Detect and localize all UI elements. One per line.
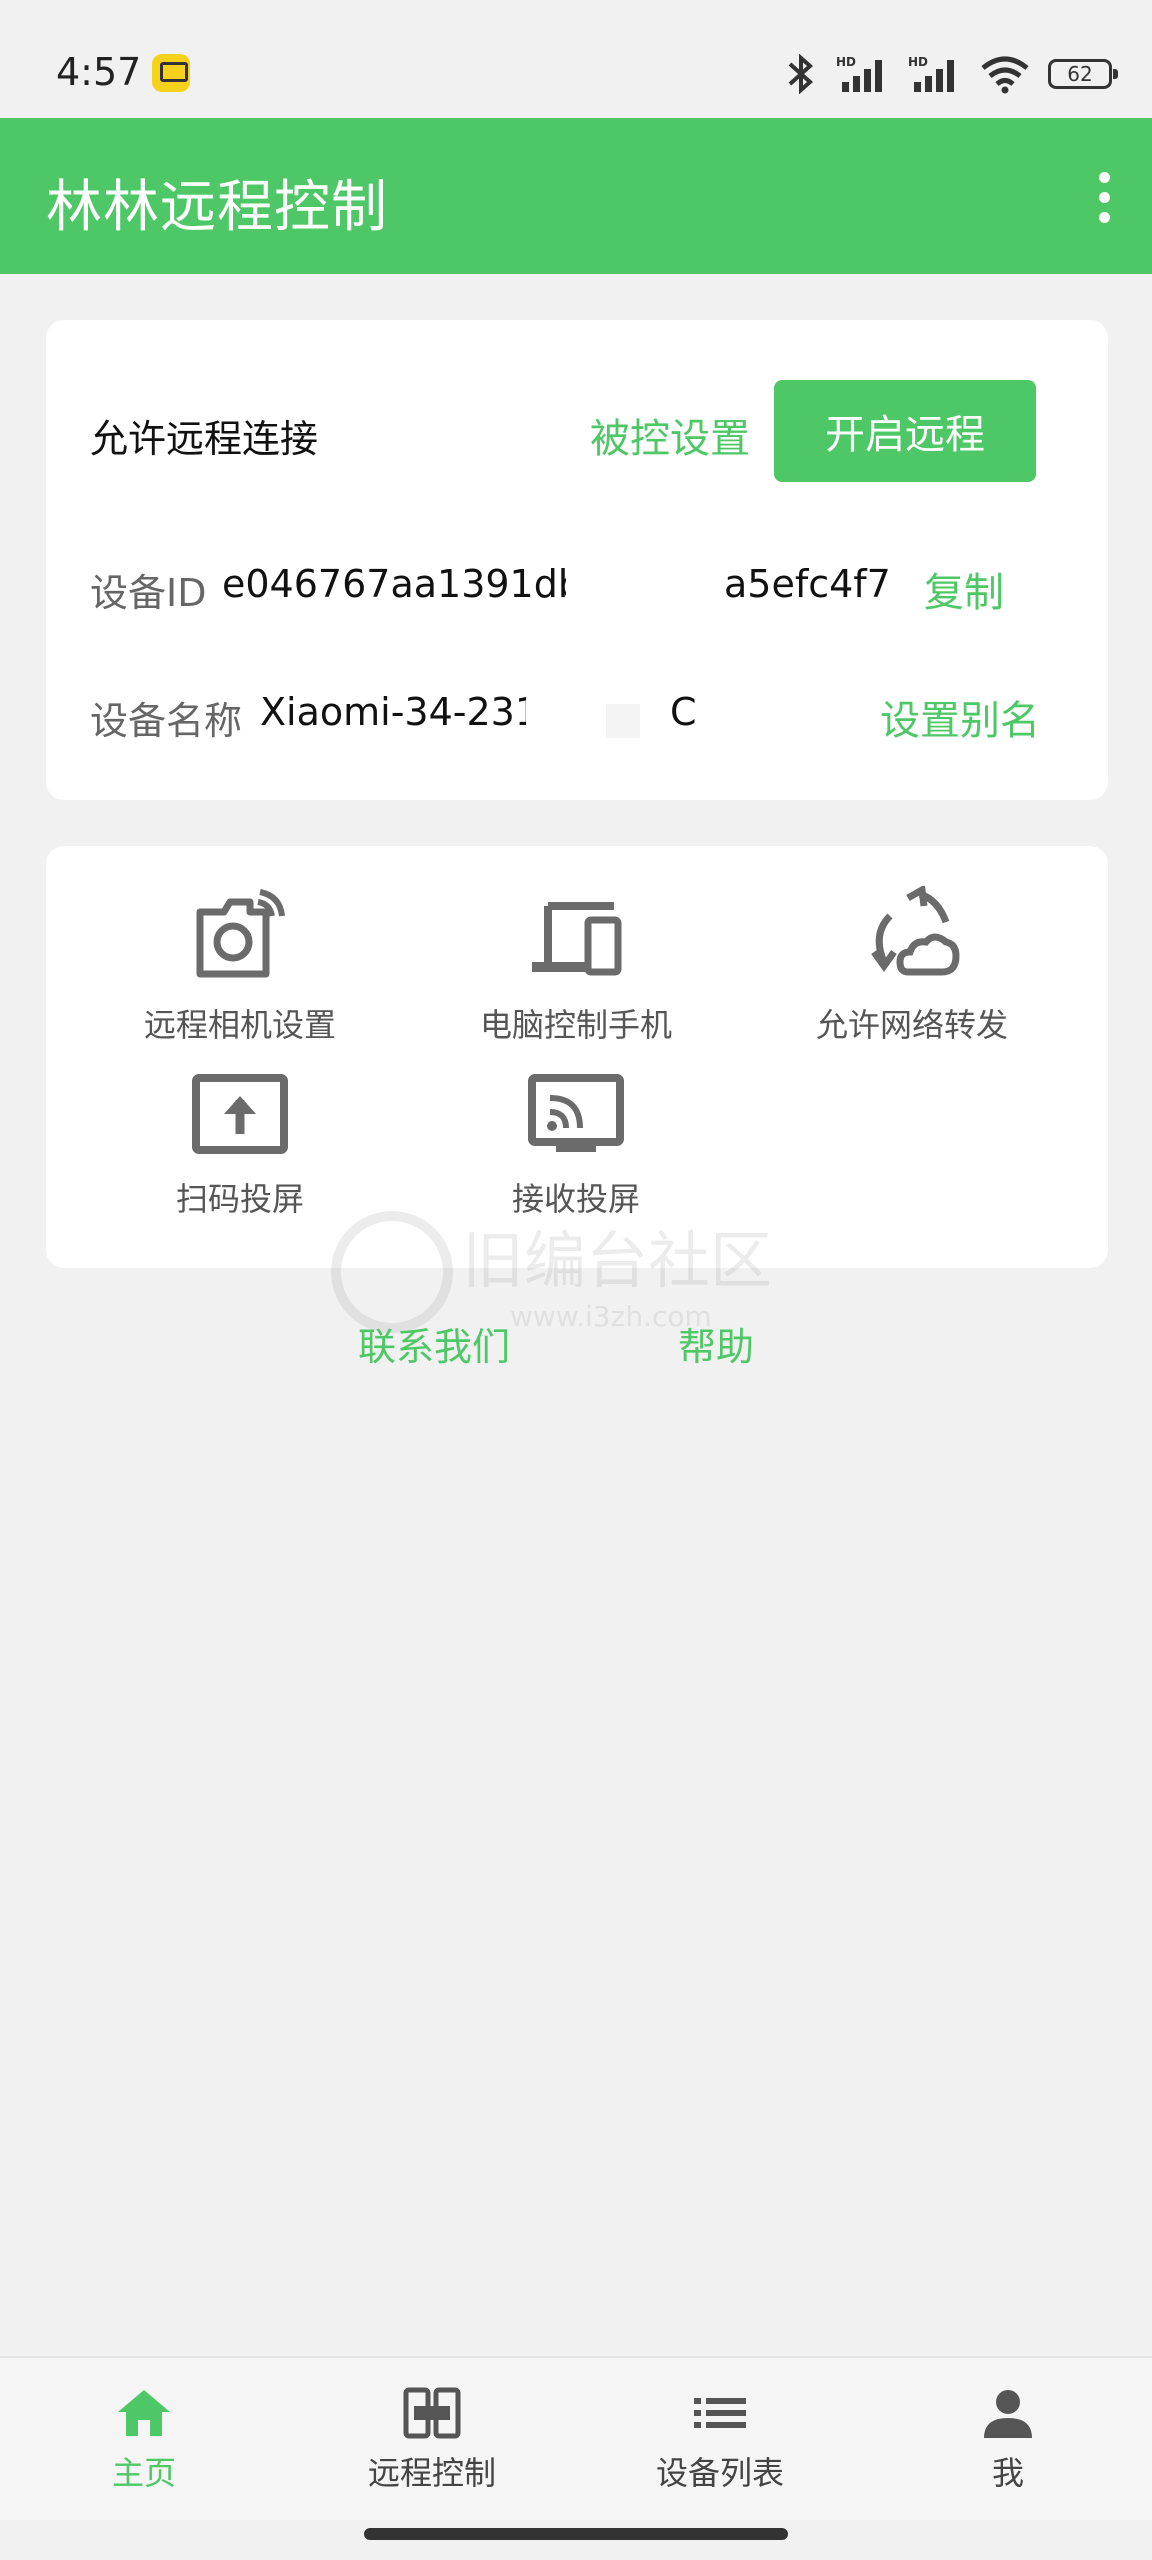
nav-label: 主页 (111, 2454, 176, 2492)
hd-signal-icon: HD (908, 55, 954, 92)
feature-label: 远程相机设置 (143, 1006, 336, 1044)
status-icons: HD HD 62 (784, 52, 1118, 96)
status-bar: 4:57 HD HD 62 (0, 0, 1152, 118)
contact-us-link[interactable]: 联系我们 (358, 1316, 510, 1371)
device-id-label: 设备ID (90, 571, 207, 615)
nav-remote-control[interactable]: 远程控制 (288, 2358, 576, 2522)
more-vert-icon[interactable] (1074, 154, 1134, 240)
upload-screen-icon (192, 1074, 288, 1154)
nav-home[interactable]: 主页 (0, 2358, 288, 2522)
battery-icon: 62 (1048, 59, 1118, 89)
controlled-settings-link[interactable]: 被控设置 (590, 406, 750, 464)
person-icon (984, 2390, 1032, 2438)
allow-remote-label: 允许远程连接 (90, 417, 319, 461)
remote-connection-card: 允许远程连接 被控设置 开启远程 设备ID e046767aa1391dbaf … (46, 320, 1108, 800)
help-link[interactable]: 帮助 (678, 1316, 754, 1371)
device-name-suffix: C (670, 690, 697, 734)
home-indicator[interactable] (364, 2528, 788, 2540)
app-notification-icon (152, 54, 190, 92)
feature-network-forward[interactable]: 允许网络转发 (762, 886, 1062, 1066)
feature-pc-phone[interactable]: 电脑控制手机 (426, 886, 726, 1066)
footer-links: 联系我们 帮助 (0, 1316, 1152, 1376)
watermark-text: 旧编台社区 (462, 1224, 772, 1297)
nav-me[interactable]: 我 (864, 2358, 1152, 2522)
start-remote-button[interactable]: 开启远程 (774, 380, 1036, 482)
wifi-icon (981, 56, 1029, 94)
feature-remote-camera[interactable]: 远程相机设置 (90, 886, 390, 1066)
nav-label: 设备列表 (655, 2454, 784, 2492)
feature-label: 电脑控制手机 (479, 1006, 672, 1044)
device-name-label: 设备名称 (90, 699, 243, 743)
app-bar: 林林远程控制 (0, 118, 1152, 274)
nav-label: 远程控制 (367, 2454, 496, 2492)
feature-label: 允许网络转发 (815, 1006, 1008, 1044)
svg-text:HD: HD (908, 55, 928, 69)
svg-text:HD: HD (836, 55, 856, 69)
home-icon (118, 2390, 170, 2436)
nav-device-list[interactable]: 设备列表 (576, 2358, 864, 2522)
cloud-sync-icon (871, 886, 960, 976)
cast-icon (528, 1074, 624, 1152)
bottom-navigation: 主页 远程控制 设备列表 我 (0, 2356, 1152, 2520)
remote-camera-icon (196, 889, 285, 978)
device-id-suffix: a5efc4f7 (724, 562, 891, 606)
screen: 4:57 HD HD 62 林林远程控制 允许远程连接 被控设置 开启远程 设备… (0, 0, 1152, 2560)
remote-control-icon (403, 2387, 461, 2439)
hd-signal-icon: HD (836, 55, 882, 92)
set-alias-button[interactable]: 设置别名 (880, 688, 1040, 746)
status-time: 4:57 (56, 50, 142, 94)
copy-button[interactable]: 复制 (924, 560, 1004, 618)
features-card: 远程相机设置 电脑控制手机 允许网络转发 扫码投屏 接收投屏 (46, 846, 1108, 1268)
device-id-value: e046767aa1391dbaf (222, 562, 619, 606)
app-title: 林林远程控制 (46, 175, 388, 240)
bluetooth-icon (788, 54, 813, 94)
redaction-mask (606, 704, 640, 738)
nav-label: 我 (991, 2454, 1024, 2492)
list-icon (694, 2398, 746, 2428)
device-name-value: Xiaomi-34-2311 (260, 690, 564, 734)
pc-phone-icon (532, 902, 622, 976)
